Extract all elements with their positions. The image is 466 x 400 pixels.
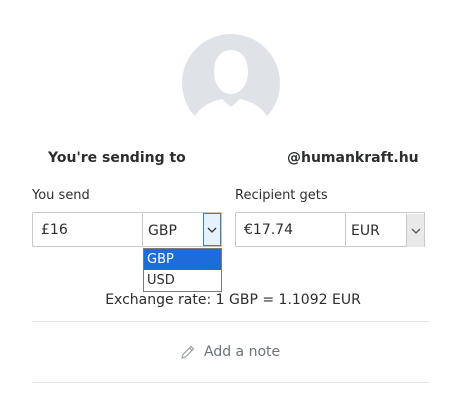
currency-option-usd[interactable]: USD [144,270,221,291]
add-note-label: Add a note [204,344,281,360]
currency-dropdown-list: GBP USD [143,248,222,292]
sending-to-label: You're sending to [48,150,186,166]
send-currency-select[interactable]: GBP [143,212,222,247]
currency-option-gbp[interactable]: GBP [144,249,221,270]
recipient-currency-select[interactable]: EUR [346,212,425,247]
send-amount-value: £16 [41,222,68,238]
recipient-currency-dropdown-button[interactable] [406,214,424,247]
divider-bottom [32,382,430,383]
send-currency-dropdown-button[interactable] [203,213,221,246]
chevron-down-icon [411,228,420,234]
recipient-amount-input[interactable]: €17.74 [235,212,346,247]
chevron-down-icon [207,227,217,233]
exchange-rate-text: Exchange rate: 1 GBP = 1.1092 EUR [105,292,361,308]
add-note-link[interactable]: Add a note [180,342,280,362]
avatar [182,34,280,132]
send-currency-value: GBP [148,223,177,239]
send-amount-input[interactable]: £16 [32,212,143,247]
divider-top [32,321,430,322]
recipient-amount-value: €17.74 [244,222,293,238]
pencil-icon [181,345,195,359]
person-silhouette-icon [190,50,272,132]
recipient-gets-label: Recipient gets [235,188,328,203]
you-send-label: You send [32,188,90,203]
recipient-currency-value: EUR [351,223,380,239]
recipient-name: @humankraft.hu [287,150,419,166]
